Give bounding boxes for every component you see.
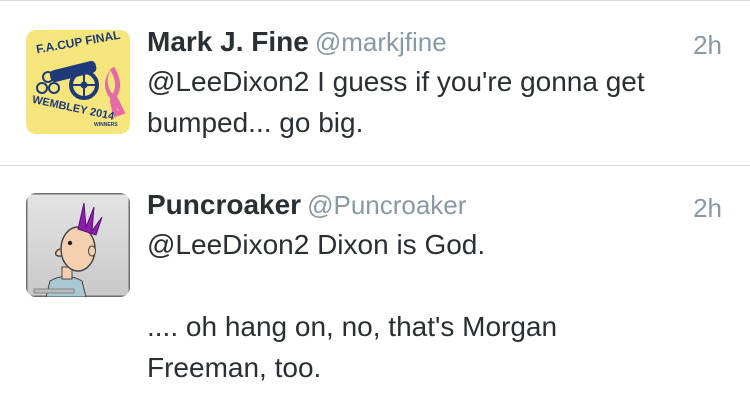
tweet-item[interactable]: Puncroaker @Puncroaker 2h @LeeDixon2 Dixo… <box>0 167 750 413</box>
tweet-timeline: F.A.CUP FINAL WEMBLEY 2014 WINNERS Mark … <box>0 0 750 413</box>
avatar[interactable]: F.A.CUP FINAL WEMBLEY 2014 WINNERS <box>26 30 130 134</box>
tweet-text: @LeeDixon2 Dixon is God. .... oh hang on… <box>147 229 558 383</box>
tweet-header: Puncroaker @Puncroaker <box>147 189 466 221</box>
tweet-item[interactable]: F.A.CUP FINAL WEMBLEY 2014 WINNERS Mark … <box>0 0 750 166</box>
timestamp: 2h <box>693 30 722 60</box>
display-name[interactable]: Mark J. Fine <box>147 26 309 57</box>
fa-cup-badge-icon: F.A.CUP FINAL WEMBLEY 2014 WINNERS <box>26 30 130 134</box>
avatar[interactable] <box>26 193 130 297</box>
tweet-header: Mark J. Fine @markjfine <box>147 26 447 58</box>
username[interactable]: @Puncroaker <box>307 190 466 220</box>
badge-small-text: WINNERS <box>94 122 118 128</box>
timestamp: 2h <box>693 193 722 223</box>
tweet-text: @LeeDixon2 I guess if you're gonna get b… <box>147 66 645 138</box>
display-name[interactable]: Puncroaker <box>147 189 301 220</box>
punk-character-icon <box>26 193 130 297</box>
username[interactable]: @markjfine <box>315 27 447 57</box>
